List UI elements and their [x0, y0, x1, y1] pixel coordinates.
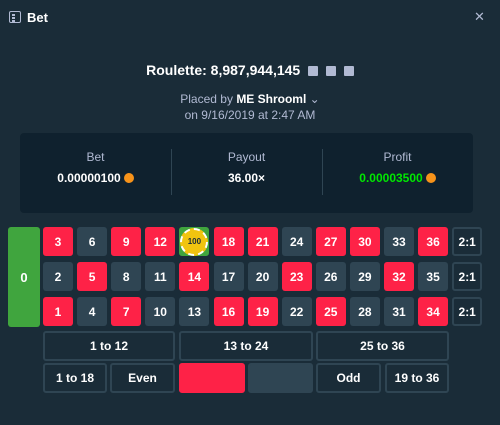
twitter-icon[interactable]	[343, 66, 354, 76]
stat-value: 0.00000100	[20, 171, 171, 185]
stats-panel: Bet 0.00000100 Payout 36.00× Profit 0.00…	[20, 133, 473, 213]
roulette-number-19[interactable]: 19	[247, 297, 278, 326]
facebook-icon[interactable]	[325, 66, 336, 76]
roulette-number-25[interactable]: 25	[315, 297, 346, 326]
roulette-number-11[interactable]: 11	[145, 262, 176, 291]
red-bet-button[interactable]	[179, 363, 245, 393]
roulette-number-23[interactable]: 23	[281, 262, 312, 291]
game-id: Roulette: 8,987,944,145	[146, 62, 301, 78]
roulette-number-35[interactable]: 35	[418, 262, 449, 291]
bitcoin-icon	[123, 173, 134, 183]
stat-profit: Profit 0.00003500	[322, 133, 473, 213]
column-bet-2[interactable]: 2:1	[452, 262, 483, 291]
roulette-number-22[interactable]: 22	[281, 297, 312, 326]
roulette-number-32[interactable]: 32	[384, 262, 414, 291]
roulette-number-10[interactable]: 10	[145, 297, 176, 326]
roulette-zero[interactable]: 0	[8, 227, 40, 327]
roulette-number-27[interactable]: 27	[315, 227, 346, 256]
roulette-number-31[interactable]: 31	[384, 297, 414, 326]
roulette-number-14[interactable]: 14	[179, 262, 210, 291]
roulette-number-18[interactable]: 18	[213, 227, 244, 256]
column-bet-3[interactable]: 2:1	[452, 297, 483, 326]
bet-icon	[9, 11, 21, 23]
stat-label: Payout	[227, 150, 266, 164]
bitcoin-icon	[425, 173, 436, 183]
stat-payout: Payout 36.00×	[171, 133, 322, 213]
dozen-1-button[interactable]: 1 to 12	[43, 331, 175, 361]
roulette-number-1[interactable]: 1	[43, 297, 73, 326]
roulette-number-36[interactable]: 36	[418, 227, 449, 256]
modal-title: Bet	[27, 10, 48, 25]
copy-icon[interactable]	[308, 66, 319, 76]
roulette-number-20[interactable]: 20	[247, 262, 278, 291]
roulette-number-28[interactable]: 28	[349, 297, 380, 326]
stat-label: Profit	[383, 150, 412, 164]
roulette-number-5[interactable]: 5	[77, 262, 108, 291]
dozen-3-button[interactable]: 25 to 36	[316, 331, 449, 361]
roulette-number-26[interactable]: 26	[315, 262, 346, 291]
roulette-number-13[interactable]: 13	[179, 297, 210, 326]
roulette-number-34[interactable]: 34	[418, 297, 449, 326]
low-bet-button[interactable]: 1 to 18	[43, 363, 107, 393]
odd-bet-button[interactable]: Odd	[316, 363, 381, 393]
stat-value: 36.00×	[227, 171, 266, 185]
stat-value: 0.00003500	[322, 171, 473, 185]
placed-by: Placed by ME Shrooml ⌄	[0, 92, 500, 106]
column-bet-1[interactable]: 2:1	[452, 227, 483, 256]
roulette-number-12[interactable]: 12	[145, 227, 176, 256]
roulette-number-24[interactable]: 24	[281, 227, 312, 256]
roulette-number-30[interactable]: 30	[349, 227, 380, 256]
roulette-number-8[interactable]: 8	[111, 262, 142, 291]
game-id-line: Roulette: 8,987,944,145	[0, 62, 500, 78]
user-link[interactable]: ME Shrooml	[236, 92, 306, 106]
title-bar: Bet ✕	[0, 0, 500, 35]
roulette-number-3[interactable]: 3	[43, 227, 73, 256]
placed-prefix: Placed by	[180, 92, 233, 106]
roulette-number-17[interactable]: 17	[213, 262, 244, 291]
roulette-number-33[interactable]: 33	[384, 227, 414, 256]
high-bet-button[interactable]: 19 to 36	[385, 363, 449, 393]
even-bet-button[interactable]: Even	[110, 363, 175, 393]
roulette-number-6[interactable]: 6	[77, 227, 108, 256]
roulette-number-7[interactable]: 7	[111, 297, 142, 326]
bet-chip: 100	[180, 227, 209, 256]
roulette-number-4[interactable]: 4	[77, 297, 108, 326]
stat-label: Bet	[86, 150, 105, 164]
close-icon[interactable]: ✕	[474, 9, 485, 25]
roulette-number-29[interactable]: 29	[349, 262, 380, 291]
roulette-number-9[interactable]: 9	[111, 227, 142, 256]
chevron-down-icon[interactable]: ⌄	[306, 92, 320, 106]
bet-date: on 9/16/2019 at 2:47 AM	[184, 108, 316, 122]
black-bet-button[interactable]	[248, 363, 313, 393]
roulette-number-2[interactable]: 2	[43, 262, 73, 291]
roulette-number-15[interactable]: 100	[179, 227, 210, 256]
stat-bet: Bet 0.00000100	[20, 133, 171, 213]
roulette-number-21[interactable]: 21	[247, 227, 278, 256]
roulette-number-16[interactable]: 16	[213, 297, 244, 326]
dozen-2-button[interactable]: 13 to 24	[179, 331, 313, 361]
